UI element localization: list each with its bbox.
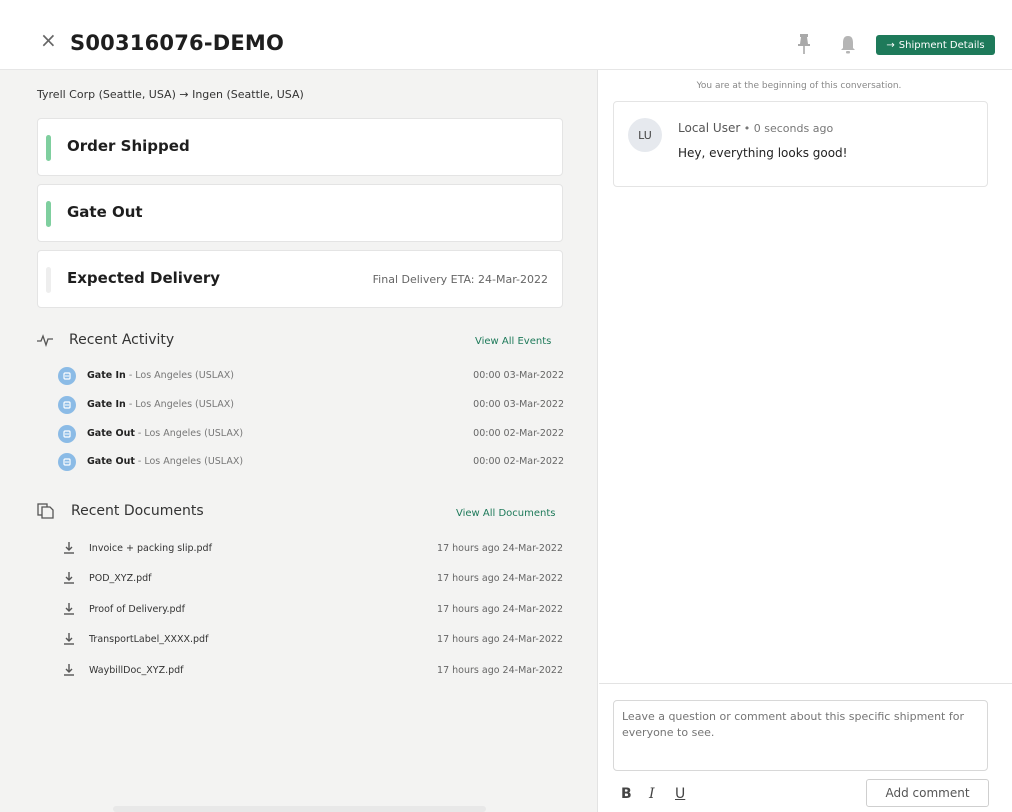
arrow-right-icon: → [886, 39, 895, 51]
event-location: - Los Angeles (USLAX) [134, 428, 244, 439]
document-name[interactable]: WaybillDoc_XYZ.pdf [89, 665, 184, 676]
milestone-card-gate-out: Gate Out [37, 184, 563, 242]
document-name[interactable]: TransportLabel_XXXX.pdf [89, 634, 208, 645]
final-delivery-eta: Final Delivery ETA: 24-Mar-2022 [372, 273, 548, 286]
milestone-card-expected-delivery: Expected Delivery Final Delivery ETA: 24… [37, 250, 563, 308]
document-row[interactable]: WaybillDoc_XYZ.pdf 17 hours ago 24-Mar-2… [63, 662, 563, 680]
document-name[interactable]: POD_XYZ.pdf [89, 573, 152, 584]
container-icon [58, 396, 76, 414]
recent-activity-title: Recent Activity [69, 332, 175, 348]
activity-event-row: Gate Out - Los Angeles (USLAX) 00:00 02-… [58, 424, 564, 444]
document-row[interactable]: Invoice + packing slip.pdf 17 hours ago … [63, 540, 563, 558]
composer-divider [599, 683, 1012, 684]
activity-event-row: Gate Out - Los Angeles (USLAX) 00:00 02-… [58, 452, 564, 472]
event-type: Gate Out [87, 428, 135, 439]
italic-button[interactable]: I [649, 786, 655, 802]
document-name[interactable]: Invoice + packing slip.pdf [89, 543, 212, 554]
container-icon [58, 367, 76, 385]
event-location: - Los Angeles (USLAX) [125, 399, 234, 410]
event-time: 00:00 02-Mar-2022 [473, 456, 564, 467]
route-summary: Tyrell Corp (Seattle, USA) → Ingen (Seat… [37, 88, 304, 101]
documents-copy-icon [37, 503, 54, 519]
add-comment-button[interactable]: Add comment [866, 779, 989, 807]
container-icon [58, 425, 76, 443]
shipment-details-button[interactable]: → Shipment Details [876, 35, 995, 55]
document-row[interactable]: TransportLabel_XXXX.pdf 17 hours ago 24-… [63, 631, 563, 649]
event-time: 00:00 02-Mar-2022 [473, 428, 564, 439]
milestone-card-order-shipped: Order Shipped [37, 118, 563, 176]
milestone-label: Expected Delivery [67, 269, 221, 287]
document-row[interactable]: Proof of Delivery.pdf 17 hours ago 24-Ma… [63, 601, 563, 619]
recent-documents-heading: Recent Documents [37, 503, 204, 519]
underline-button[interactable]: U [675, 786, 685, 802]
milestone-status-bar [46, 201, 51, 227]
bell-icon[interactable] [839, 35, 857, 55]
comment-message: LU Local User • 0 seconds ago Hey, every… [613, 101, 988, 187]
avatar: LU [628, 118, 662, 152]
shipment-header: × S00316076-DEMO → Shipment Details [0, 0, 1012, 70]
shipment-overview-pane: Tyrell Corp (Seattle, USA) → Ingen (Seat… [0, 70, 598, 812]
download-icon[interactable] [63, 603, 75, 615]
document-time: 17 hours ago 24-Mar-2022 [437, 634, 563, 645]
event-type: Gate In [87, 370, 126, 381]
milestone-status-bar [46, 267, 51, 293]
document-time: 17 hours ago 24-Mar-2022 [437, 543, 563, 554]
comment-author: Local User [678, 121, 741, 135]
close-icon[interactable]: × [40, 30, 57, 50]
download-icon[interactable] [63, 664, 75, 676]
comment-meta: Local User • 0 seconds ago [678, 121, 833, 135]
event-location: - Los Angeles (USLAX) [134, 456, 244, 467]
document-time: 17 hours ago 24-Mar-2022 [437, 573, 563, 584]
page-title: S00316076-DEMO [70, 31, 285, 55]
view-all-events-link[interactable]: View All Events [475, 336, 551, 347]
recent-activity-heading: Recent Activity [37, 332, 174, 348]
document-row[interactable]: POD_XYZ.pdf 17 hours ago 24-Mar-2022 [63, 570, 563, 588]
event-type: Gate In [87, 399, 126, 410]
event-location: - Los Angeles (USLAX) [125, 370, 234, 381]
recent-documents-title: Recent Documents [71, 503, 204, 519]
document-name[interactable]: Proof of Delivery.pdf [89, 604, 185, 615]
event-type: Gate Out [87, 456, 135, 467]
event-time: 00:00 03-Mar-2022 [473, 399, 564, 410]
milestone-status-bar [46, 135, 51, 161]
milestone-label: Gate Out [67, 203, 143, 221]
download-icon[interactable] [63, 542, 75, 554]
comment-separator: • [740, 122, 754, 135]
event-time: 00:00 03-Mar-2022 [473, 370, 564, 381]
document-time: 17 hours ago 24-Mar-2022 [437, 604, 563, 615]
comment-text: Hey, everything looks good! [678, 146, 848, 160]
activity-event-row: Gate In - Los Angeles (USLAX) 00:00 03-M… [58, 395, 564, 415]
view-all-documents-link[interactable]: View All Documents [456, 508, 556, 519]
comment-input[interactable] [613, 700, 988, 771]
milestone-label: Order Shipped [67, 137, 190, 155]
shipment-details-label: Shipment Details [898, 39, 985, 51]
download-icon[interactable] [63, 633, 75, 645]
bold-button[interactable]: B [621, 786, 632, 802]
activity-pulse-icon [37, 334, 53, 347]
horizontal-scrollbar[interactable] [113, 806, 486, 812]
container-icon [58, 453, 76, 471]
activity-event-row: Gate In - Los Angeles (USLAX) 00:00 03-M… [58, 366, 564, 386]
download-icon[interactable] [63, 572, 75, 584]
comment-timestamp: 0 seconds ago [753, 122, 834, 135]
conversation-pane: You are at the beginning of this convers… [599, 70, 1012, 812]
pin-icon[interactable] [797, 34, 811, 54]
conversation-start-notice: You are at the beginning of this convers… [696, 81, 902, 91]
document-time: 17 hours ago 24-Mar-2022 [437, 665, 563, 676]
